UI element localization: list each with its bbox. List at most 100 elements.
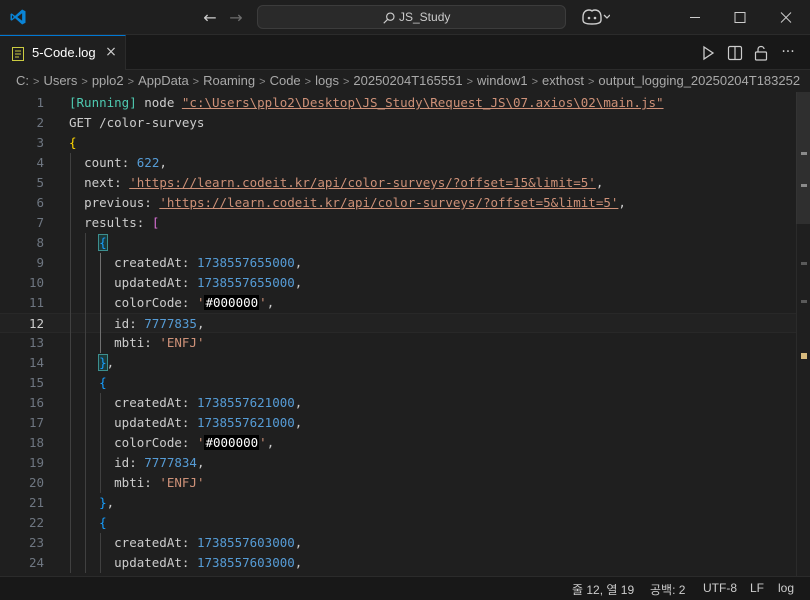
code-line[interactable]: 16 createdAt: 1738557621000, [0, 393, 796, 413]
line-content: }, [69, 353, 114, 373]
scrollbar-thumb[interactable] [796, 92, 810, 224]
property-key: updatedAt [114, 275, 182, 290]
breadcrumb-item[interactable]: 20250204T165551 [353, 73, 462, 88]
code-editor[interactable]: 1 [Running] node "c:\Users\pplo2\Desktop\… [0, 92, 810, 576]
tab-close-button[interactable]: × [103, 44, 119, 60]
run-icon[interactable] [698, 43, 718, 63]
overview-ruler-mark [801, 262, 807, 265]
color-value-swatch: #000000 [204, 295, 260, 310]
lock-icon[interactable] [751, 43, 771, 63]
line-number: 21 [28, 495, 44, 510]
property-value: 1738557603000 [196, 535, 295, 550]
code-line[interactable]: 20 mbti: 'ENFJ' [0, 473, 796, 493]
code-line[interactable]: 19 id: 7777834, [0, 453, 796, 473]
code-line[interactable]: 14 }, [0, 353, 796, 373]
status-indentation[interactable]: 공백: 2 [650, 581, 685, 598]
code-line[interactable]: 23 createdAt: 1738557603000, [0, 533, 796, 553]
command-center-search[interactable]: JS_Study [257, 5, 566, 29]
code-line[interactable]: 24 updatedAt: 1738557603000, [0, 553, 796, 573]
split-editor-icon[interactable] [725, 43, 745, 63]
editor-tab-bar: 5-Code.log × ··· [0, 35, 810, 70]
indent-guide [70, 153, 71, 573]
code-line[interactable]: 10 updatedAt: 1738557655000, [0, 273, 796, 293]
breadcrumb-item[interactable]: window1 [477, 73, 528, 88]
property-key: next [84, 175, 115, 190]
status-cursor-position[interactable]: 줄 12, 열 19 [572, 581, 634, 598]
code-line[interactable]: 1 [Running] node "c:\Users\pplo2\Desktop\… [0, 93, 796, 113]
line-number: 5 [36, 175, 44, 190]
breadcrumb-item[interactable]: Roaming [203, 73, 255, 88]
breadcrumb-separator-icon: > [466, 76, 473, 88]
code-line[interactable]: 21 }, [0, 493, 796, 513]
code-line[interactable]: 2 GET /color-surveys [0, 113, 796, 133]
more-actions-icon[interactable]: ··· [778, 43, 798, 63]
close-window-icon[interactable] [763, 0, 809, 35]
breadcrumb-item[interactable]: C: [16, 73, 29, 88]
code-line[interactable]: 5 next: 'https://learn.codeit.kr/api/col… [0, 173, 796, 193]
search-icon [383, 12, 395, 24]
code-line[interactable]: 9 createdAt: 1738557655000, [0, 253, 796, 273]
code-line[interactable]: 18 colorCode: '#000000', [0, 433, 796, 453]
breadcrumb-item[interactable]: Users [43, 73, 77, 88]
colon: : [181, 275, 197, 290]
punctuation: , [294, 555, 303, 570]
code-line[interactable]: 17 updatedAt: 1738557621000, [0, 413, 796, 433]
line-number: 24 [28, 555, 44, 570]
status-encoding[interactable]: UTF-8 [703, 581, 737, 595]
code-line[interactable]: 3{ [0, 133, 796, 153]
tab-5-code-log[interactable]: 5-Code.log × [0, 35, 126, 70]
code-line[interactable]: 11 colorCode: '#000000', [0, 293, 796, 313]
line-content: { [69, 513, 107, 533]
punctuation: , [106, 355, 115, 370]
bracket: } [99, 495, 107, 510]
line-content: previous: 'https://learn.codeit.kr/api/c… [69, 193, 626, 213]
line-number: 17 [28, 415, 44, 430]
punctuation: , [266, 295, 275, 310]
code-line[interactable]: 6 previous: 'https://learn.codeit.kr/api… [0, 193, 796, 213]
breadcrumb-item[interactable]: AppData [138, 73, 189, 88]
status-eol[interactable]: LF [750, 581, 764, 595]
maximize-icon[interactable] [717, 0, 763, 35]
line-content: mbti: 'ENFJ' [69, 333, 204, 353]
line-number: 12 [28, 316, 44, 331]
vscode-logo-icon[interactable] [9, 8, 27, 26]
line-content: count: 622, [69, 153, 167, 173]
line-content: { [69, 373, 107, 393]
breadcrumb-item[interactable]: output_logging_20250204T183252 [598, 73, 800, 88]
minimize-icon[interactable] [672, 0, 718, 35]
code-line[interactable]: 15 { [0, 373, 796, 393]
punctuation: , [106, 495, 115, 510]
breadcrumb-item[interactable]: Code [270, 73, 301, 88]
code-line[interactable]: 7 results: [ [0, 213, 796, 233]
breadcrumb-item[interactable]: pplo2 [92, 73, 124, 88]
colon: : [181, 295, 197, 310]
nav-forward-button[interactable]: → [225, 7, 247, 29]
code-line[interactable]: 22 { [0, 513, 796, 533]
code-line[interactable]: 13 mbti: 'ENFJ' [0, 333, 796, 353]
line-number: 9 [36, 255, 44, 270]
bracket: { [99, 375, 107, 390]
punctuation: , [294, 415, 303, 430]
colon: : [136, 215, 152, 230]
code-line[interactable]: 8 { [0, 233, 796, 253]
breadcrumb-item[interactable]: exthost [542, 73, 584, 88]
copilot-icon[interactable] [580, 8, 610, 26]
breadcrumb-item[interactable]: logs [315, 73, 339, 88]
code-line[interactable]: 4 count: 622, [0, 153, 796, 173]
code-line[interactable]: 12 id: 7777835, [0, 313, 796, 333]
property-key: mbti [114, 475, 145, 490]
indent-guide [100, 393, 102, 493]
log-file-icon [12, 47, 24, 61]
nav-back-button[interactable]: ← [199, 7, 221, 29]
property-value: 7777834 [144, 455, 197, 470]
status-language-mode[interactable]: log [778, 581, 794, 595]
indent-guide [85, 233, 87, 573]
property-key: updatedAt [114, 555, 182, 570]
